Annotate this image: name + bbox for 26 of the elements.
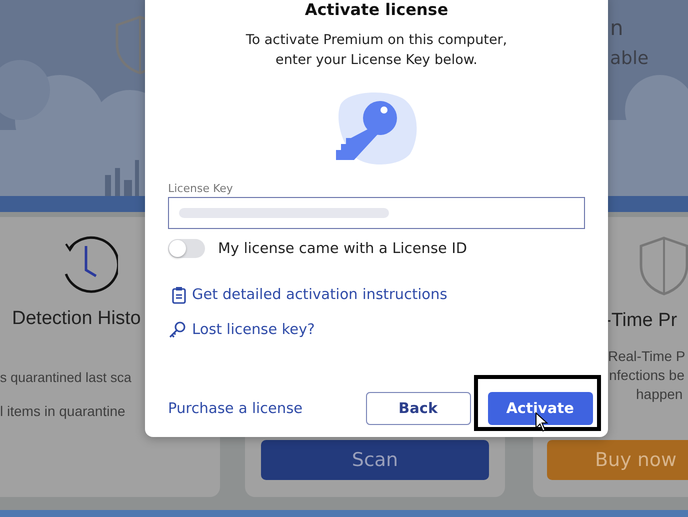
header-text: able	[610, 48, 649, 69]
card-title: -Time Pr	[605, 310, 678, 332]
clipboard-icon	[172, 286, 186, 304]
shield-icon	[114, 14, 145, 76]
card-text: l items in quarantine	[0, 403, 126, 419]
key-icon	[168, 321, 186, 339]
card-text: s quarantined last sca	[0, 370, 132, 385]
card-text: nfections be	[609, 367, 684, 383]
purchase-link[interactable]: Purchase a license	[168, 400, 303, 416]
toggle-label: My license came with a License ID	[218, 240, 468, 256]
dialog-message: To activate Premium on this computer, enter your License Key below.	[246, 31, 508, 70]
help-link[interactable]: Lost license key?	[192, 322, 315, 338]
activate-button[interactable]: Activate	[488, 392, 593, 425]
card-text: happen	[636, 386, 683, 402]
card-text: Real-Time P	[608, 348, 686, 364]
mouse-cursor-icon	[534, 412, 549, 432]
help-link[interactable]: Get detailed activation instructions	[192, 287, 448, 303]
back-button[interactable]: Back	[366, 392, 471, 425]
card-title: Detection Histo	[12, 308, 141, 330]
field-label: License Key	[168, 182, 233, 195]
dialog-title: Activate license	[304, 0, 448, 20]
shield-icon	[638, 235, 688, 297]
license-key-field[interactable]	[168, 197, 585, 229]
toggle-switch[interactable]	[168, 239, 205, 258]
header-text: n	[610, 16, 624, 40]
scan-button[interactable]: Scan	[261, 440, 489, 480]
